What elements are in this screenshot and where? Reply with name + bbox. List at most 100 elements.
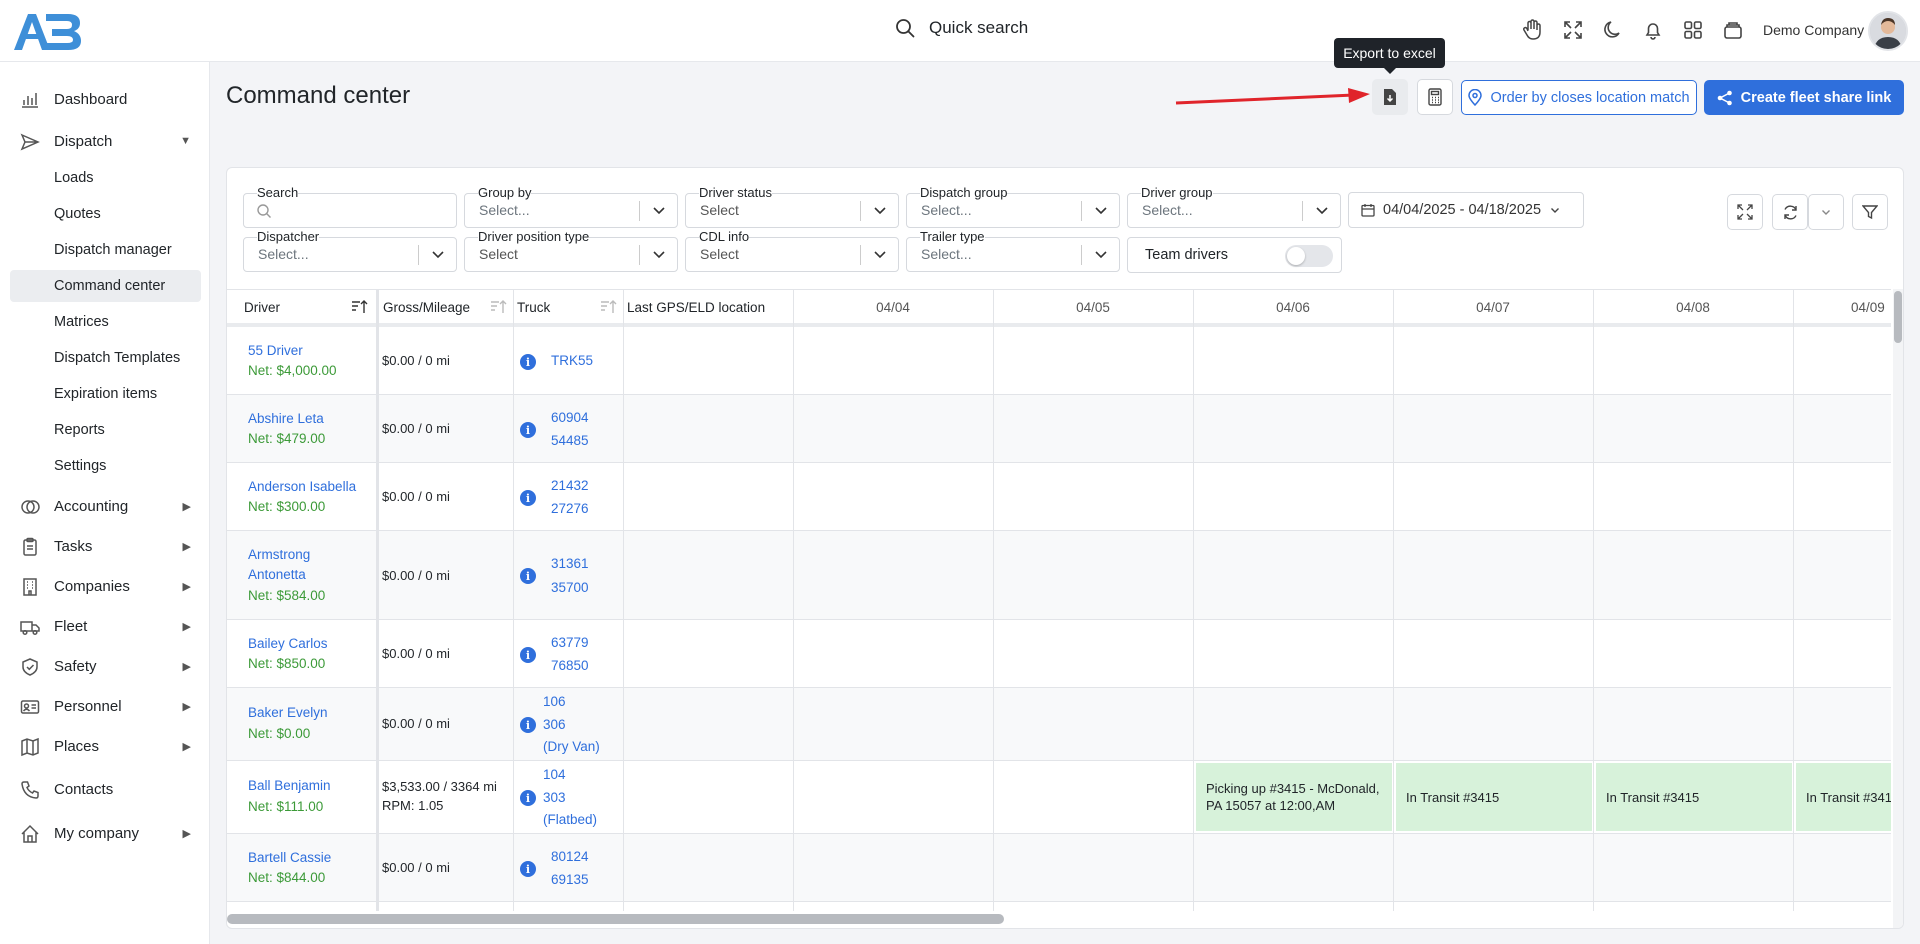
sidebar-item-dispatch[interactable]: Dispatch ▼	[10, 125, 201, 157]
search-filter[interactable]: Search	[243, 186, 457, 228]
trailer-link[interactable]: 27276	[551, 497, 589, 520]
driver-name-link[interactable]: Antonetta	[248, 565, 306, 585]
trailer-link[interactable]: 54485	[551, 429, 589, 452]
dispatcher-select[interactable]: Dispatcher Select...	[243, 230, 457, 272]
load-event-transit[interactable]: In Transit #3415	[1596, 763, 1792, 831]
info-icon[interactable]: i	[520, 490, 536, 506]
dispatch-group-select[interactable]: Dispatch group Select...	[906, 186, 1120, 228]
driver-name-link[interactable]: Bartell Cassie	[248, 848, 331, 868]
table-row[interactable]: Bailey Carlos Net: $850.00 $0.00 / 0 mi …	[227, 620, 1891, 688]
horizontal-scrollbar[interactable]	[227, 912, 1891, 924]
trailer-link[interactable]: 76850	[551, 654, 589, 677]
table-row[interactable]: Abshire Leta Net: $479.00 $0.00 / 0 mi i…	[227, 395, 1891, 463]
scrollbar-thumb[interactable]	[227, 914, 1004, 924]
sidebar-item-dashboard[interactable]: Dashboard	[10, 83, 201, 115]
column-gross-mileage[interactable]: Gross/Mileage	[383, 290, 478, 324]
table-row[interactable]: Ball Benjamin Net: $111.00 $3,533.00 / 3…	[227, 761, 1891, 834]
order-by-location-button[interactable]: Order by closes location match	[1461, 80, 1697, 115]
expand-view-button[interactable]	[1727, 194, 1763, 230]
load-event-pickup[interactable]: Picking up #3415 - McDonald, PA 15057 at…	[1196, 763, 1392, 831]
trailer-link[interactable]: 306	[543, 713, 566, 736]
column-driver[interactable]: Driver	[244, 290, 344, 324]
sidebar-item-contacts[interactable]: Contacts	[10, 773, 201, 805]
driver-name-link[interactable]: 55 Driver	[248, 341, 303, 361]
truck-link[interactable]: 60904	[551, 406, 589, 429]
group-by-select[interactable]: Group by Select...	[464, 186, 678, 228]
scrollbar-thumb[interactable]	[1894, 291, 1902, 343]
sidebar-sub-dispatch-templates[interactable]: Dispatch Templates	[10, 342, 201, 374]
sidebar-item-my-company[interactable]: My company ▶	[10, 817, 201, 849]
truck-link[interactable]: 106	[543, 690, 566, 713]
load-event-transit[interactable]: In Transit #3415	[1396, 763, 1592, 831]
filter-button[interactable]	[1852, 194, 1888, 230]
trailer-type-select[interactable]: Trailer type Select...	[906, 230, 1120, 272]
refresh-options-button[interactable]	[1808, 194, 1844, 230]
driver-position-type-select[interactable]: Driver position type Select	[464, 230, 678, 272]
sidebar-item-tasks[interactable]: Tasks ▶	[10, 530, 201, 562]
info-icon[interactable]: i	[520, 717, 536, 733]
bell-icon[interactable]	[1641, 18, 1665, 42]
company-name[interactable]: Demo Company	[1763, 22, 1864, 38]
info-icon[interactable]: i	[520, 861, 536, 877]
apps-grid-icon[interactable]	[1681, 18, 1705, 42]
fullscreen-icon[interactable]	[1561, 18, 1585, 42]
table-row[interactable]: Bartell Cassie Net: $844.00 $0.00 / 0 mi…	[227, 834, 1891, 902]
stack-icon[interactable]	[1721, 18, 1745, 42]
driver-status-select[interactable]: Driver status Select	[685, 186, 899, 228]
truck-link[interactable]: 63779	[551, 631, 589, 654]
user-avatar[interactable]	[1868, 11, 1908, 51]
vertical-scrollbar[interactable]	[1893, 289, 1903, 928]
truck-link[interactable]: 80124	[551, 845, 589, 868]
sidebar-sub-expiration-items[interactable]: Expiration items	[10, 378, 201, 410]
table-row[interactable]: Anderson Isabella Net: $300.00 $0.00 / 0…	[227, 463, 1891, 531]
truck-link[interactable]: 31361	[551, 552, 589, 575]
table-row[interactable]: Armstrong Antonetta Net: $584.00 $0.00 /…	[227, 531, 1891, 620]
driver-name-link[interactable]: Bailey Carlos	[248, 634, 328, 654]
driver-group-select[interactable]: Driver group Select...	[1127, 186, 1341, 228]
truck-link[interactable]: 21432	[551, 474, 589, 497]
sidebar-sub-quotes[interactable]: Quotes	[10, 198, 201, 230]
sidebar-sub-command-center[interactable]: Command center	[10, 270, 201, 302]
moon-icon[interactable]	[1601, 18, 1625, 42]
info-icon[interactable]: i	[520, 354, 536, 370]
sidebar-item-safety[interactable]: Safety ▶	[10, 650, 201, 682]
trailer-link[interactable]: 69135	[551, 868, 589, 891]
sort-icon[interactable]	[490, 299, 507, 315]
hand-icon[interactable]	[1521, 18, 1545, 42]
app-logo[interactable]	[12, 10, 82, 52]
sidebar-item-personnel[interactable]: Personnel ▶	[10, 690, 201, 722]
info-icon[interactable]: i	[520, 790, 536, 806]
sidebar-item-companies[interactable]: Companies ▶	[10, 570, 201, 602]
sidebar-sub-settings[interactable]: Settings	[10, 450, 201, 482]
column-truck[interactable]: Truck	[517, 290, 577, 324]
team-drivers-toggle[interactable]	[1285, 245, 1333, 267]
load-event-transit[interactable]: In Transit #3415	[1796, 763, 1891, 831]
quick-search[interactable]: Quick search	[895, 18, 1028, 38]
driver-name-link[interactable]: Anderson Isabella	[248, 477, 356, 497]
info-icon[interactable]: i	[520, 647, 536, 663]
sidebar-item-places[interactable]: Places ▶	[10, 730, 201, 762]
trailer-link[interactable]: 303	[543, 786, 566, 809]
sidebar-sub-loads[interactable]: Loads	[10, 162, 201, 194]
sort-ascending-icon[interactable]	[351, 299, 368, 315]
export-excel-button[interactable]	[1372, 79, 1408, 115]
date-range-picker[interactable]: 04/04/2025 - 04/18/2025	[1348, 192, 1584, 228]
driver-name-link[interactable]: Abshire Leta	[248, 409, 324, 429]
sidebar-sub-dispatch-manager[interactable]: Dispatch manager	[10, 234, 201, 266]
table-row[interactable]: 55 Driver Net: $4,000.00 $0.00 / 0 mi i …	[227, 327, 1891, 395]
truck-link[interactable]: TRK55	[551, 349, 593, 372]
truck-link[interactable]: 104	[543, 763, 566, 786]
table-row[interactable]: Baker Evelyn Net: $0.00 $0.00 / 0 mi i 1…	[227, 688, 1891, 761]
trailer-link[interactable]: 35700	[551, 576, 589, 599]
sort-icon[interactable]	[600, 299, 617, 315]
driver-name-link[interactable]: Armstrong	[248, 545, 310, 565]
sidebar-sub-matrices[interactable]: Matrices	[10, 306, 201, 338]
create-fleet-share-link-button[interactable]: Create fleet share link	[1704, 80, 1904, 115]
sidebar-sub-reports[interactable]: Reports	[10, 414, 201, 446]
driver-name-link[interactable]: Baker Evelyn	[248, 703, 328, 723]
info-icon[interactable]: i	[520, 568, 536, 584]
info-icon[interactable]: i	[520, 422, 536, 438]
cdl-info-select[interactable]: CDL info Select	[685, 230, 899, 272]
sidebar-item-accounting[interactable]: Accounting ▶	[10, 490, 201, 522]
sidebar-item-fleet[interactable]: Fleet ▶	[10, 610, 201, 642]
